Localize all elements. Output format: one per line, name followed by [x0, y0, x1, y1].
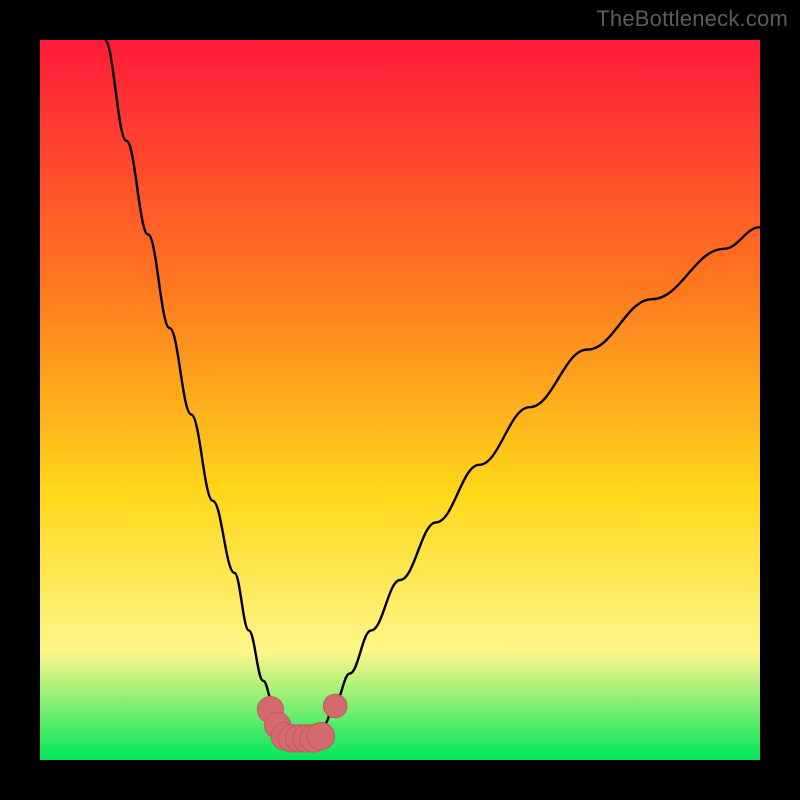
curve-layer	[40, 40, 760, 760]
valley-marker	[323, 694, 347, 718]
watermark-text: TheBottleneck.com	[596, 6, 788, 32]
left-curve	[105, 40, 286, 735]
chart-frame: TheBottleneck.com	[0, 0, 800, 800]
plot-area	[40, 40, 760, 760]
valley-marker	[307, 723, 334, 750]
right-curve	[317, 227, 760, 735]
valley-markers	[257, 694, 347, 752]
